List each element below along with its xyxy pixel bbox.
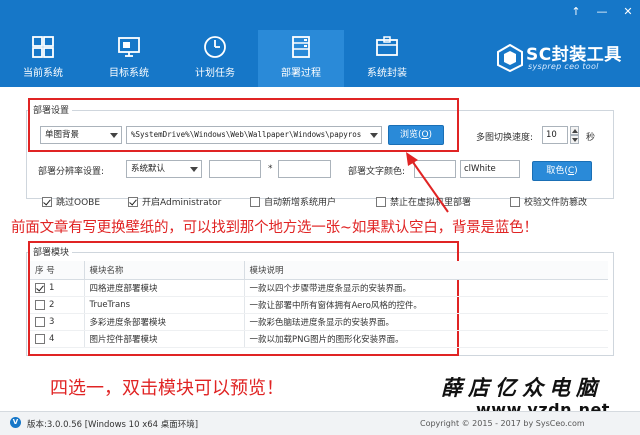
windows-icon [32,36,54,58]
nav-scheduled-tasks[interactable]: 计划任务 [172,30,258,87]
table-header-row: 序 号 模块名称 模块说明 [30,261,608,280]
nav-target-system[interactable]: 目标系统 [86,30,172,87]
checkbox-label: 校验文件防篡改 [524,198,588,208]
row-checkbox[interactable] [35,316,45,327]
resolution-label: 部署分辨率设置: [38,167,105,177]
module-desc: 一款让部署中所有窗体拥有Aero风格的控件。 [244,296,608,314]
text-color-label: 部署文字颜色: [348,167,406,177]
sc-logo-icon [497,44,523,72]
package-icon [376,36,398,56]
row-checkbox[interactable] [35,282,45,293]
resolution-width-input[interactable] [209,160,261,178]
multi-speed-value: 10 [546,130,557,140]
status-bar: V 版本:3.0.0.56 [Windows 10 x64 桌面环境] Copy… [0,411,640,435]
nav-current-system[interactable]: 当前系统 [0,30,86,87]
close-icon[interactable]: ✕ [622,5,634,18]
annotation-top-text: 前面文章有写更换壁纸的，可以找到那个地方选一张~如果默认空白，背景是蓝色！ [11,220,538,236]
checkbox-label: 跳过OOBE [56,198,101,208]
version-icon: V [10,417,21,428]
resolution-select[interactable]: 系统默认 [126,160,202,178]
watermark-title: 薛店亿众电脑 [441,375,603,400]
spin-up-icon[interactable] [570,126,579,135]
row-number: 3 [49,316,55,327]
nav-label: 计划任务 [195,68,235,79]
table-row[interactable]: 2 TrueTrans 一款让部署中所有窗体拥有Aero风格的控件。 [30,296,608,314]
module-name: 图片控件部署模块 [84,330,245,348]
module-name: 四格进度部署模块 [84,279,245,297]
annotation-arrow [406,152,449,213]
nav-label: 部署过程 [281,68,321,79]
module-desc: 一款彩色脑珐进度条显示的安装界面。 [244,313,608,331]
column-header-desc: 模块说明 [244,261,608,280]
verify-files-checkbox[interactable]: 校验文件防篡改 [510,195,587,208]
table-row[interactable]: 1 四格进度部署模块 一款以四个步骤带进度条显示的安装界面。 [30,279,608,297]
multi-speed-unit: 秒 [586,133,596,143]
module-desc: 一款以加载PNG图片的图形化安装界面。 [244,330,608,348]
checkbox-box [128,196,138,207]
checkbox-label: 自动新增系统用户 [264,198,337,208]
row-number: 2 [49,299,55,310]
app-logo: SC封装工具 sysprep ceo tool [496,40,636,76]
nav-label: 系统封装 [367,68,407,79]
logo-subtitle: sysprep ceo tool [528,62,599,71]
resolution-height-input[interactable] [278,160,331,178]
minimize-icon[interactable]: — [596,5,608,18]
module-desc: 一款以四个步骤带进度条显示的安装界面。 [244,279,608,297]
monitor-icon [118,37,140,57]
checkbox-box [376,196,386,207]
annotation-bottom-text: 四选一，双击模块可以预览！ [50,378,284,399]
pick-color-button[interactable]: 取色(C) [532,161,592,181]
checkbox-box [510,196,520,207]
checkbox-box [42,196,52,207]
module-name: TrueTrans [84,296,245,314]
copyright-text: Copyright © 2015 - 2017 by SysCeo.com [420,419,585,428]
auto-add-user-checkbox[interactable]: 自动新增系统用户 [250,195,336,208]
skip-oobe-checkbox[interactable]: 跳过OOBE [42,195,100,208]
resolution-value: 系统默认 [131,164,166,174]
checkbox-label: 开启Administrator [142,198,222,208]
row-number: 4 [49,333,55,344]
column-header-no: 序 号 [30,261,85,280]
main-nav: 当前系统 目标系统 计划任务 部署过程 系统封装 [0,30,430,87]
nav-system-package[interactable]: 系统封装 [344,30,430,87]
nav-deploy-process[interactable]: 部署过程 [258,30,344,87]
checkbox-box [250,196,260,207]
multi-speed-input[interactable]: 10 [542,126,568,144]
server-icon [292,36,310,58]
clock-icon [204,36,226,58]
table-row[interactable]: 4 图片控件部署模块 一款以加载PNG图片的图形化安装界面。 [30,330,608,348]
nav-label: 当前系统 [23,68,63,79]
annotation-highlight-box [28,98,459,152]
row-checkbox[interactable] [35,299,45,310]
modules-table: 序 号 模块名称 模块说明 1 四格进度部署模块 一款以四个步骤带进度条显示的安… [30,261,608,348]
resolution-separator: * [268,164,273,174]
multi-speed-label: 多图切换速度: [476,133,534,143]
multi-speed-spinner [570,126,579,144]
app-header: ↑ — ✕ 当前系统 目标系统 计划任务 部署过程 系统封装 SC封装工具 sy… [0,0,640,87]
window-controls: ↑ — ✕ [570,5,634,18]
minimize-to-tray-icon[interactable]: ↑ [570,5,582,18]
spin-down-icon[interactable] [570,135,579,144]
column-header-name: 模块名称 [84,261,245,280]
module-name: 多彩进度条部署模块 [84,313,245,331]
row-number: 1 [49,282,55,293]
table-row[interactable]: 3 多彩进度条部署模块 一款彩色脑珐进度条显示的安装界面。 [30,313,608,331]
row-checkbox[interactable] [35,333,45,344]
chevron-down-icon [190,167,198,172]
text-color-input[interactable]: clWhite [460,160,520,178]
enable-administrator-checkbox[interactable]: 开启Administrator [128,195,221,208]
nav-label: 目标系统 [109,68,149,79]
version-text: 版本:3.0.0.56 [Windows 10 x64 桌面环境] [27,420,199,430]
text-color-value: clWhite [464,164,496,174]
